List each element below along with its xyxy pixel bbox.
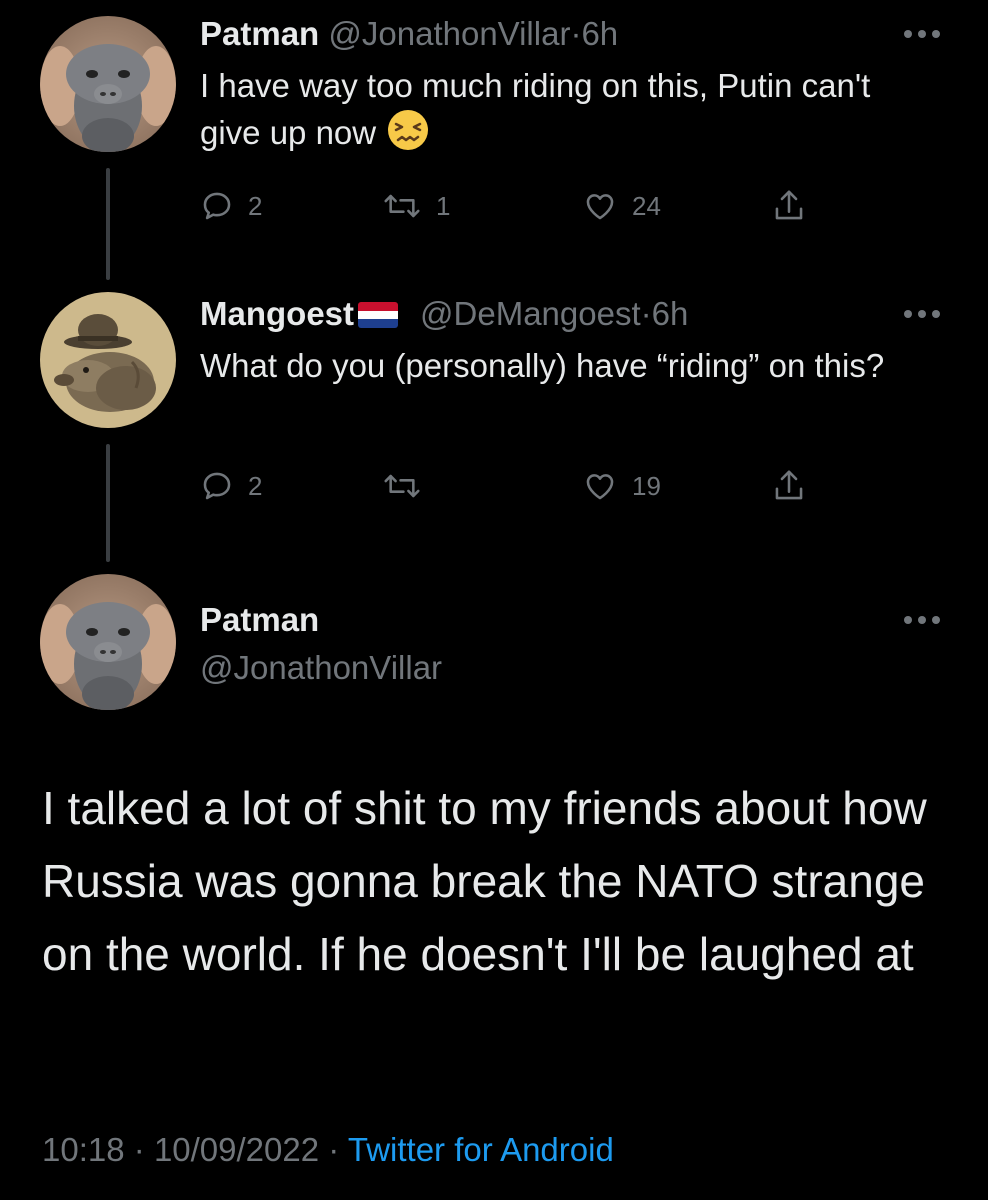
reply-count: 2: [248, 190, 263, 221]
user-handle[interactable]: @DeMangoest: [420, 295, 641, 332]
main-display-name[interactable]: Patman: [200, 600, 319, 640]
share-button[interactable]: [772, 466, 806, 506]
separator-dot: ·: [570, 15, 582, 52]
share-icon: [775, 190, 803, 220]
like-icon: [586, 194, 614, 220]
tweet-meta: 10:18 · 10/09/2022 · Twitter for Android: [42, 1128, 614, 1172]
reply-button[interactable]: 2: [200, 466, 262, 506]
like-count: 24: [632, 190, 661, 221]
persevering-face-emoji: [388, 110, 429, 150]
like-icon: [586, 474, 614, 500]
reply-button[interactable]: 2: [200, 186, 262, 226]
like-count: 19: [632, 470, 661, 501]
retweet-icon: [384, 474, 420, 498]
reply-count: 2: [248, 470, 263, 501]
retweet-icon: [384, 194, 420, 218]
orangutan-avatar: [40, 574, 176, 710]
main-user-handle[interactable]: @JonathonVillar: [200, 648, 442, 688]
like-button[interactable]: 24: [582, 186, 661, 226]
avatar[interactable]: [40, 292, 176, 428]
share-button[interactable]: [772, 186, 806, 226]
timestamp[interactable]: 6h: [581, 15, 618, 52]
reply-icon: [203, 472, 231, 500]
display-name[interactable]: Patman: [200, 15, 319, 52]
netherlands-flag: [358, 302, 399, 328]
timestamp[interactable]: 6h: [652, 295, 689, 332]
tweet-text-content: I have way too much riding on this, Puti…: [200, 67, 871, 151]
separator-dot: ·: [640, 295, 652, 332]
avatar[interactable]: [40, 16, 176, 152]
tweet-1[interactable]: Patman @JonathonVillar·6h I have way too…: [0, 0, 988, 290]
tweet-actions: 2 19: [200, 466, 940, 506]
tweet-header: Patman @JonathonVillar·6h: [200, 14, 618, 54]
share-icon: [775, 470, 803, 500]
more-options-icon[interactable]: [902, 28, 942, 40]
tweet-date[interactable]: 10/09/2022: [154, 1131, 319, 1168]
tweet-actions: 2 1 24: [200, 186, 940, 226]
display-name[interactable]: Mangoest: [200, 295, 354, 332]
tweet-text: What do you (personally) have “riding” o…: [200, 347, 885, 384]
more-options-icon[interactable]: [902, 614, 942, 626]
orangutan-avatar: [40, 16, 176, 152]
thread-line: [106, 168, 110, 280]
retweet-button[interactable]: [382, 466, 436, 506]
tweet-2[interactable]: Mangoest @DeMangoest·6h What do you (per…: [0, 290, 988, 580]
tweet-text: I have way too much riding on this, Puti…: [200, 64, 940, 155]
avatar[interactable]: [40, 574, 176, 710]
like-button[interactable]: 19: [582, 466, 661, 506]
tweet-header: Mangoest @DeMangoest·6h: [200, 294, 688, 334]
separator-dot: ·: [328, 1131, 340, 1168]
reply-icon: [203, 192, 231, 220]
retweet-count: 1: [436, 190, 451, 221]
user-handle[interactable]: @JonathonVillar: [328, 15, 570, 52]
more-options-icon[interactable]: [902, 308, 942, 320]
thread-line: [106, 444, 110, 562]
retweet-button[interactable]: 1: [382, 186, 450, 226]
mongoose-in-hat-avatar: [40, 292, 176, 428]
separator-dot: ·: [133, 1131, 145, 1168]
tweet-source-link[interactable]: Twitter for Android: [348, 1131, 614, 1168]
tweet-time[interactable]: 10:18: [42, 1131, 125, 1168]
main-tweet-text: I talked a lot of shit to my friends abo…: [42, 782, 927, 980]
